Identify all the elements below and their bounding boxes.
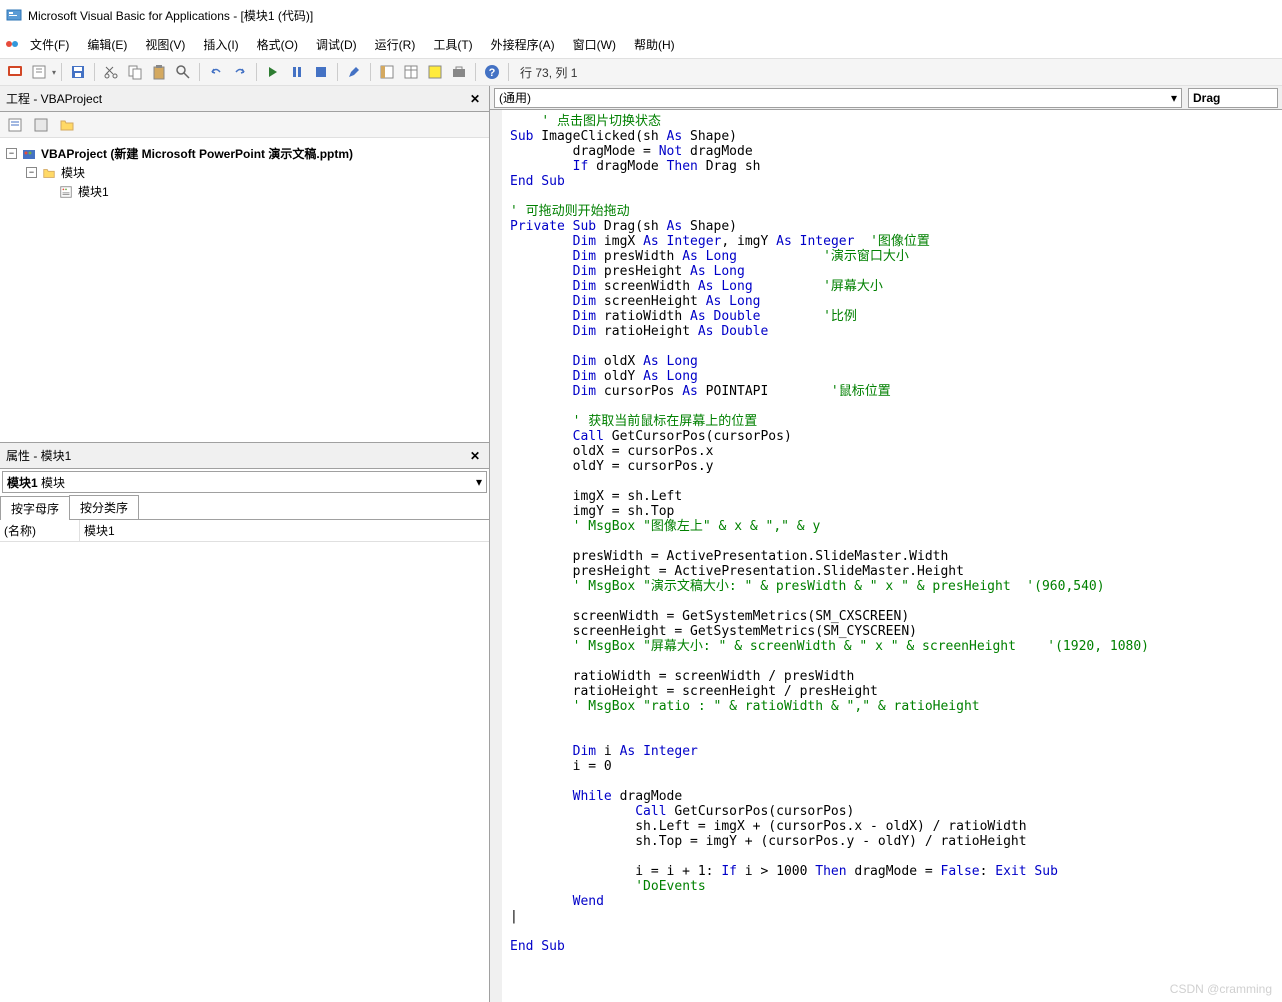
properties-icon[interactable] [400, 61, 422, 83]
procedure-dropdown[interactable]: Drag [1188, 88, 1278, 108]
code-panel: (通用) ▾ Drag ' 点击图片切换状态 Sub ImageClicked(… [490, 86, 1282, 1002]
menu-addins[interactable]: 外接程序(A) [483, 32, 563, 57]
collapse-icon[interactable]: − [26, 167, 37, 178]
title-bar: Microsoft Visual Basic for Applications … [0, 0, 1282, 30]
tree-modules-folder[interactable]: − 模块 [6, 163, 483, 182]
tab-alphabetic[interactable]: 按字母序 [0, 496, 70, 520]
toolbar: ▾ ? 行 73, 列 1 [0, 58, 1282, 86]
menu-debug[interactable]: 调试(D) [308, 32, 365, 57]
separator [337, 63, 338, 81]
menu-file[interactable]: 文件(F) [22, 32, 77, 57]
separator [256, 63, 257, 81]
reset-icon[interactable] [310, 61, 332, 83]
find-icon[interactable] [172, 61, 194, 83]
window-title: Microsoft Visual Basic for Applications … [28, 7, 313, 24]
tree-root[interactable]: − VBAProject (新建 Microsoft PowerPoint 演示… [6, 144, 483, 163]
separator [61, 63, 62, 81]
menu-run[interactable]: 运行(R) [367, 32, 424, 57]
break-icon[interactable] [286, 61, 308, 83]
object-dropdown[interactable]: (通用) ▾ [494, 88, 1182, 108]
close-icon[interactable]: ✕ [467, 448, 483, 464]
separator [199, 63, 200, 81]
properties-panel-header: 属性 - 模块1 ✕ [0, 443, 489, 469]
module-icon [58, 184, 74, 200]
ppt-view-icon[interactable] [4, 61, 26, 83]
tab-categorized[interactable]: 按分类序 [69, 495, 139, 519]
project-explorer-icon[interactable] [376, 61, 398, 83]
left-panel: 工程 - VBAProject ✕ − VBAProject (新建 Micro… [0, 86, 490, 1002]
code-editor[interactable]: ' 点击图片切换状态 Sub ImageClicked(sh As Shape)… [490, 110, 1282, 1002]
view-object-icon[interactable] [30, 114, 52, 136]
object-type: 模块 [41, 476, 65, 490]
menu-window[interactable]: 窗口(W) [565, 32, 624, 57]
object-browser-icon[interactable] [424, 61, 446, 83]
collapse-icon[interactable]: − [6, 148, 17, 159]
redo-icon[interactable] [229, 61, 251, 83]
menu-bar: 文件(F) 编辑(E) 视图(V) 插入(I) 格式(O) 调试(D) 运行(R… [0, 30, 1282, 58]
toolbox-icon[interactable] [448, 61, 470, 83]
menu-edit[interactable]: 编辑(E) [79, 32, 135, 57]
property-row[interactable]: (名称) 模块1 [0, 520, 489, 542]
menu-help[interactable]: 帮助(H) [626, 32, 683, 57]
menu-tools[interactable]: 工具(T) [425, 32, 480, 57]
properties-panel: 属性 - 模块1 ✕ 模块1 模块 ▾ 按字母序 按分类序 (名称) 模块1 [0, 442, 489, 1002]
menu-insert[interactable]: 插入(I) [195, 32, 246, 57]
app-icon [6, 7, 22, 23]
project-panel-header: 工程 - VBAProject ✕ [0, 86, 489, 112]
cut-icon[interactable] [100, 61, 122, 83]
undo-icon[interactable] [205, 61, 227, 83]
close-icon[interactable]: ✕ [467, 91, 483, 107]
object-dropdown-value: (通用) [499, 89, 531, 106]
separator [94, 63, 95, 81]
code-header: (通用) ▾ Drag [490, 86, 1282, 110]
properties-grid[interactable]: (名称) 模块1 [0, 520, 489, 1002]
svg-text:?: ? [489, 67, 496, 79]
chevron-down-icon: ▾ [476, 475, 482, 489]
object-selector[interactable]: 模块1 模块 ▾ [2, 471, 487, 493]
cursor-position: 行 73, 列 1 [514, 64, 583, 81]
copy-icon[interactable] [124, 61, 146, 83]
project-panel-title: 工程 - VBAProject [6, 90, 102, 107]
project-icon [21, 146, 37, 162]
property-value[interactable]: 模块1 [80, 520, 489, 541]
run-icon[interactable] [262, 61, 284, 83]
design-mode-icon[interactable] [343, 61, 365, 83]
tree-modules-label: 模块 [61, 164, 85, 181]
save-icon[interactable] [67, 61, 89, 83]
folder-icon [41, 165, 57, 181]
insert-module-icon[interactable] [28, 61, 50, 83]
menu-format[interactable]: 格式(O) [249, 32, 306, 57]
property-name: (名称) [0, 520, 80, 541]
view-code-icon[interactable] [4, 114, 26, 136]
tree-module1[interactable]: 模块1 [6, 182, 483, 201]
properties-panel-title: 属性 - 模块1 [6, 447, 71, 464]
chevron-down-icon: ▾ [1171, 91, 1177, 105]
watermark: CSDN @cramming [1170, 982, 1272, 996]
folder-icon[interactable] [56, 114, 78, 136]
procedure-dropdown-value: Drag [1193, 91, 1220, 105]
vba-icon [4, 36, 20, 52]
project-toolbar [0, 112, 489, 138]
tree-module1-label: 模块1 [78, 183, 109, 200]
object-name: 模块1 [7, 476, 38, 490]
separator [475, 63, 476, 81]
help-icon[interactable]: ? [481, 61, 503, 83]
separator [508, 63, 509, 81]
properties-tabs: 按字母序 按分类序 [0, 495, 489, 520]
project-tree[interactable]: − VBAProject (新建 Microsoft PowerPoint 演示… [0, 138, 489, 442]
tree-root-label: VBAProject (新建 Microsoft PowerPoint 演示文稿… [41, 145, 353, 162]
paste-icon[interactable] [148, 61, 170, 83]
separator [370, 63, 371, 81]
menu-view[interactable]: 视图(V) [137, 32, 193, 57]
